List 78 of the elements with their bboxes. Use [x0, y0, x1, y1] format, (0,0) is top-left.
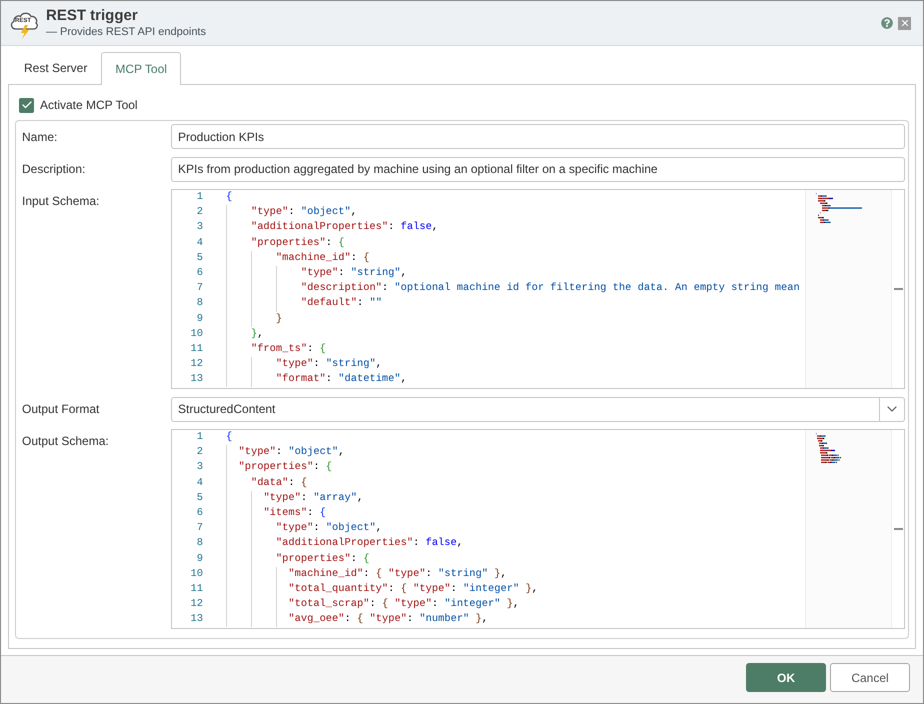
line-number: 8: [196, 536, 203, 552]
code-line: "type": "array",: [226, 490, 364, 506]
close-button[interactable]: [898, 16, 911, 30]
code-line: "additionalProperties": false,: [226, 536, 464, 552]
text-field[interactable]: KPIs from production aggregated by machine using an optional filter on a specific machine: [171, 156, 905, 182]
minimap-drawing: [816, 433, 841, 464]
line-number: 1: [196, 430, 203, 445]
code-line: "type": "object",: [226, 205, 357, 220]
code-line: "properties": {: [226, 552, 370, 567]
code-line: {: [226, 190, 232, 205]
window-title: REST trigger: [46, 6, 139, 25]
line-number: 6: [196, 506, 203, 521]
code-line: "machine_id": { "type": "string" },: [226, 566, 507, 582]
code-line: "type": "object",: [226, 445, 345, 460]
code-editor[interactable]: [171, 189, 905, 389]
code-line: "avg_oee": { "type": "number" },: [226, 612, 488, 628]
text-field[interactable]: Production KPIs: [171, 124, 905, 149]
window-subtitle: — Provides REST API endpoints: [46, 25, 207, 40]
code-line: "items": {: [226, 506, 326, 522]
line-number: 2: [196, 445, 203, 460]
tab[interactable]: Rest Server: [10, 52, 102, 84]
line-number: 13: [190, 372, 203, 388]
code-line: "format": "datetime",: [226, 372, 407, 388]
line-number: 7: [196, 521, 203, 536]
code-line: "default": "": [226, 296, 382, 312]
help-icon[interactable]: [881, 17, 893, 29]
code-line: }: [226, 312, 282, 327]
line-number: 10: [190, 566, 203, 582]
code-line: "type": "object",: [226, 521, 382, 536]
code-line: "type": "string",: [226, 357, 382, 372]
scroll-marker: [894, 528, 902, 530]
line-number: 12: [190, 357, 203, 372]
code-line: "type": "string",: [226, 266, 407, 282]
code-line: },: [226, 326, 264, 342]
line-number: 3: [196, 220, 203, 236]
scroll-marker: [894, 288, 902, 290]
line-number: 10: [190, 326, 203, 342]
line-number: 13: [190, 612, 203, 628]
line-number: 11: [190, 582, 203, 597]
check-icon: [20, 99, 32, 111]
cancel-button[interactable]: Cancel: [830, 663, 910, 692]
close-icon: [900, 18, 910, 28]
code-line: "additionalProperties": false,: [226, 220, 438, 236]
field-label: Output Schema:: [22, 433, 110, 450]
code-line: "total_scrap": { "type": "integer" },: [226, 597, 520, 612]
format-dropdown[interactable]: StructuredContent: [171, 396, 905, 422]
line-number: 4: [196, 476, 203, 491]
tab[interactable]: MCP Tool: [101, 52, 181, 85]
line-number: 4: [196, 236, 203, 251]
line-number: 7: [196, 281, 203, 296]
line-number: 9: [196, 552, 203, 566]
code-line: "properties": {: [226, 460, 332, 476]
minimap-drawing: [816, 193, 862, 224]
code-line: {: [226, 430, 232, 445]
field-label: Name:: [22, 128, 58, 146]
line-number: 1: [196, 190, 203, 205]
code-line: "data": {: [226, 476, 308, 491]
code-line: "machine_id": {: [226, 250, 370, 266]
line-number: 8: [196, 296, 203, 312]
line-number: 6: [196, 266, 203, 281]
line-number: 12: [190, 597, 203, 612]
line-number: 5: [196, 490, 203, 506]
checkbox[interactable]: [19, 98, 34, 112]
code-line: "description": "optional machine id for filtering the data. An empty string mean: [226, 281, 800, 296]
line-number: 3: [196, 460, 203, 476]
code-editor[interactable]: [171, 429, 905, 629]
line-number: 9: [196, 312, 203, 326]
line-number: 11: [190, 342, 203, 357]
code-line: "total_quantity": { "type": "integer" },: [226, 582, 538, 598]
field-label: Output Format: [22, 401, 100, 418]
line-number: 5: [196, 250, 203, 266]
ok-button[interactable]: OK: [746, 663, 826, 692]
field-label: Input Schema:: [22, 193, 100, 210]
code-line: "from_ts": {: [226, 342, 326, 358]
field-label: Description:: [22, 161, 86, 178]
code-line: "properties": {: [226, 236, 345, 251]
checkbox-label: Activate MCP Tool: [40, 97, 138, 114]
line-number: 2: [196, 205, 203, 220]
